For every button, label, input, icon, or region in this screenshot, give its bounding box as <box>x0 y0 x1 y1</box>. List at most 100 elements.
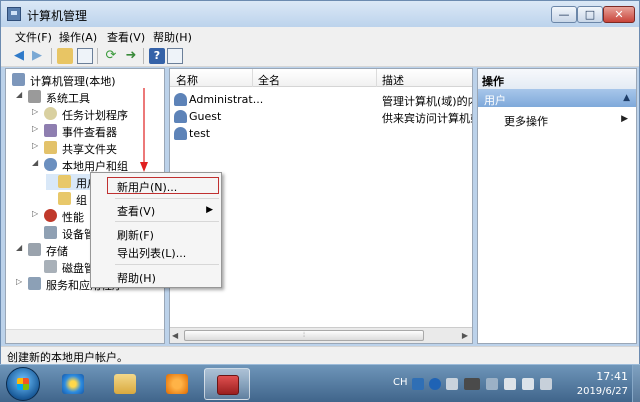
title-bar[interactable]: 计算机管理 — □ ✕ <box>1 1 639 27</box>
collapse-up-arrow-icon[interactable]: ▲ <box>623 93 630 103</box>
menu-separator <box>115 264 219 265</box>
action-pane-toggle-icon[interactable] <box>167 48 183 64</box>
status-bar: 创建新的本地用户帐户。 <box>1 346 639 364</box>
menu-file[interactable]: 文件(F) <box>15 29 52 45</box>
menu-item-help[interactable]: 帮助(H) <box>117 270 156 286</box>
maximize-button[interactable]: □ <box>577 6 603 23</box>
expand-arrow-icon[interactable]: ▷ <box>32 124 40 133</box>
tree-scrollbar[interactable] <box>6 329 164 343</box>
event-viewer-icon <box>44 124 57 137</box>
back-arrow-icon[interactable]: ◀ <box>11 48 27 64</box>
folder-icon <box>114 374 136 394</box>
menu-item-new-user[interactable]: 新用户(N)... <box>117 179 177 195</box>
tools-icon <box>28 90 41 103</box>
menu-view[interactable]: 查看(V) <box>107 29 145 45</box>
list-item[interactable]: Guest 供来宾访问计算机或访问域的内置帐户 <box>170 108 472 125</box>
taskbar: CH 17:41 2019/6/27 <box>0 364 640 402</box>
expand-arrow-icon[interactable]: ▷ <box>32 141 40 150</box>
network-icon[interactable] <box>486 378 498 390</box>
services-icon <box>28 277 41 290</box>
user-icon <box>174 93 187 106</box>
scroll-left-arrow-icon[interactable]: ◀ <box>172 331 178 340</box>
language-indicator[interactable]: CH <box>393 377 408 388</box>
settings-icon[interactable] <box>446 378 458 390</box>
taskbar-computer-management[interactable] <box>204 368 250 400</box>
window-title: 计算机管理 <box>27 9 88 23</box>
list-item[interactable]: test <box>170 125 472 142</box>
submenu-arrow-icon: ▶ <box>206 205 213 215</box>
collapse-arrow-icon[interactable]: ◢ <box>32 158 40 167</box>
toolbar-separator <box>97 48 98 64</box>
up-folder-icon[interactable] <box>57 48 73 64</box>
internet-explorer-icon <box>62 374 84 394</box>
vm-icon[interactable] <box>464 378 480 390</box>
expand-arrow-icon[interactable]: ▷ <box>16 277 24 286</box>
user-icon <box>174 110 187 123</box>
collapse-arrow-icon[interactable]: ◢ <box>16 243 24 252</box>
folder-icon <box>58 192 71 205</box>
column-separator[interactable] <box>252 69 253 87</box>
menu-item-refresh[interactable]: 刷新(F) <box>117 227 154 243</box>
computer-management-icon <box>7 7 21 21</box>
toolbar: ◀ ▶ ⟳ ➜ ? <box>1 45 639 67</box>
menu-item-view[interactable]: 查看(V) <box>117 203 155 219</box>
storage-icon <box>28 243 41 256</box>
show-hide-tree-icon[interactable] <box>77 48 93 64</box>
refresh-icon[interactable]: ⟳ <box>103 48 119 64</box>
clock-time[interactable]: 17:41 <box>578 370 628 383</box>
red-annotation-arrow <box>140 88 148 172</box>
list-item[interactable]: Administrat... 管理计算机(域)的内置帐户 <box>170 91 472 108</box>
show-desktop-button[interactable] <box>632 365 640 402</box>
close-button[interactable]: ✕ <box>603 6 635 23</box>
folder-icon <box>58 175 71 188</box>
expand-arrow-icon[interactable]: ▷ <box>32 209 40 218</box>
column-fullname[interactable]: 全名 <box>258 72 280 88</box>
taskbar-media-player[interactable] <box>154 368 200 400</box>
clock-date[interactable]: 2019/6/27 <box>564 386 628 397</box>
scrollbar-thumb[interactable]: ⦙ <box>184 330 424 341</box>
column-description[interactable]: 描述 <box>382 72 404 88</box>
toolbar-separator <box>51 48 52 64</box>
menu-separator <box>115 198 219 199</box>
help-icon[interactable] <box>429 378 441 390</box>
actions-pane: 操作 用户 ▲ 更多操作 ▶ <box>477 68 637 344</box>
taskbar-internet-explorer[interactable] <box>50 368 96 400</box>
taskbar-explorer[interactable] <box>102 368 148 400</box>
menu-help[interactable]: 帮助(H) <box>153 29 192 45</box>
minimize-button[interactable]: — <box>551 6 577 23</box>
menu-item-export-list[interactable]: 导出列表(L)... <box>117 245 186 261</box>
forward-arrow-icon[interactable]: ▶ <box>29 48 45 64</box>
toolbar-separator <box>143 48 144 64</box>
device-manager-icon <box>44 226 57 239</box>
disk-icon <box>44 260 57 273</box>
submenu-arrow-icon[interactable]: ▶ <box>621 114 628 124</box>
action-center-icon[interactable] <box>522 378 534 390</box>
menu-bar: 文件(F) 操作(A) 查看(V) 帮助(H) <box>1 27 639 45</box>
scroll-right-arrow-icon[interactable]: ▶ <box>462 331 468 340</box>
toolbox-icon <box>217 375 239 395</box>
media-player-icon <box>166 374 188 394</box>
users-group-icon <box>44 158 57 171</box>
export-list-icon[interactable]: ➜ <box>123 48 139 64</box>
column-separator[interactable] <box>376 69 377 87</box>
help-icon[interactable]: ? <box>149 48 165 64</box>
clock-icon <box>44 107 57 120</box>
printer-icon[interactable] <box>504 378 516 390</box>
horizontal-scrollbar[interactable]: ◀ ⦙ ▶ <box>170 327 472 343</box>
user-icon <box>174 127 187 140</box>
keyboard-icon[interactable] <box>412 378 424 390</box>
expand-arrow-icon[interactable]: ▷ <box>32 107 40 116</box>
actions-users-section[interactable]: 用户 ▲ <box>478 89 636 107</box>
shared-folder-icon <box>44 141 57 154</box>
menu-action[interactable]: 操作(A) <box>59 29 97 45</box>
column-name[interactable]: 名称 <box>176 72 198 88</box>
volume-icon[interactable] <box>540 378 552 390</box>
performance-icon <box>44 209 57 222</box>
computer-management-icon <box>12 73 25 86</box>
menu-separator <box>115 221 219 222</box>
start-button[interactable] <box>6 367 40 401</box>
more-actions-link[interactable]: 更多操作 <box>504 113 548 129</box>
context-menu: 新用户(N)... 查看(V) ▶ 刷新(F) 导出列表(L)... 帮助(H) <box>90 172 222 288</box>
collapse-arrow-icon[interactable]: ◢ <box>16 90 24 99</box>
actions-header: 操作 <box>478 69 636 89</box>
